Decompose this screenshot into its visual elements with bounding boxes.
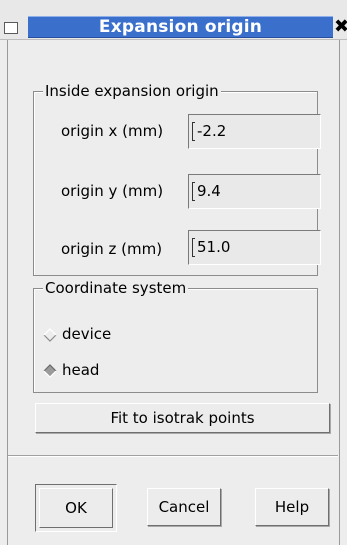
ok-button[interactable]: OK [35, 484, 117, 532]
radio-device[interactable]: device [43, 324, 153, 344]
origin-x-field[interactable]: -2.2 [188, 114, 321, 149]
window-menu-icon[interactable] [4, 22, 18, 34]
coordinate-group-legend: Coordinate system [43, 278, 189, 298]
origin-x-label: origin x (mm) [61, 122, 164, 140]
title-bar[interactable]: Expansion origin ✖ [0, 0, 347, 40]
text-cursor-icon [192, 122, 195, 141]
origin-z-field[interactable]: 51.0 [188, 230, 321, 265]
radio-device-label: device [62, 325, 112, 343]
radio-head-label: head [62, 361, 100, 379]
origin-z-label: origin z (mm) [61, 240, 163, 258]
ok-button-label: OK [39, 488, 113, 528]
origin-y-field[interactable]: 9.4 [188, 174, 321, 209]
window-title: Expansion origin [98, 17, 263, 37]
origin-group-legend: Inside expansion origin [43, 81, 221, 101]
text-cursor-icon [192, 238, 195, 257]
help-button[interactable]: Help [255, 488, 329, 526]
diamond-radio-icon [43, 328, 57, 342]
fit-to-isotrak-button[interactable]: Fit to isotrak points [35, 403, 330, 433]
origin-x-value: -2.2 [197, 122, 227, 140]
text-cursor-icon [192, 182, 195, 201]
origin-z-value: 51.0 [197, 238, 231, 256]
close-icon[interactable]: ✖ [334, 15, 347, 39]
origin-y-value: 9.4 [197, 182, 221, 200]
cancel-button[interactable]: Cancel [147, 488, 221, 526]
dialog-window: Expansion origin ✖ Inside expansion orig… [0, 0, 347, 545]
radio-head[interactable]: head [43, 360, 153, 380]
separator-highlight [8, 456, 338, 457]
diamond-radio-icon [43, 364, 57, 378]
origin-y-label: origin y (mm) [61, 182, 164, 200]
